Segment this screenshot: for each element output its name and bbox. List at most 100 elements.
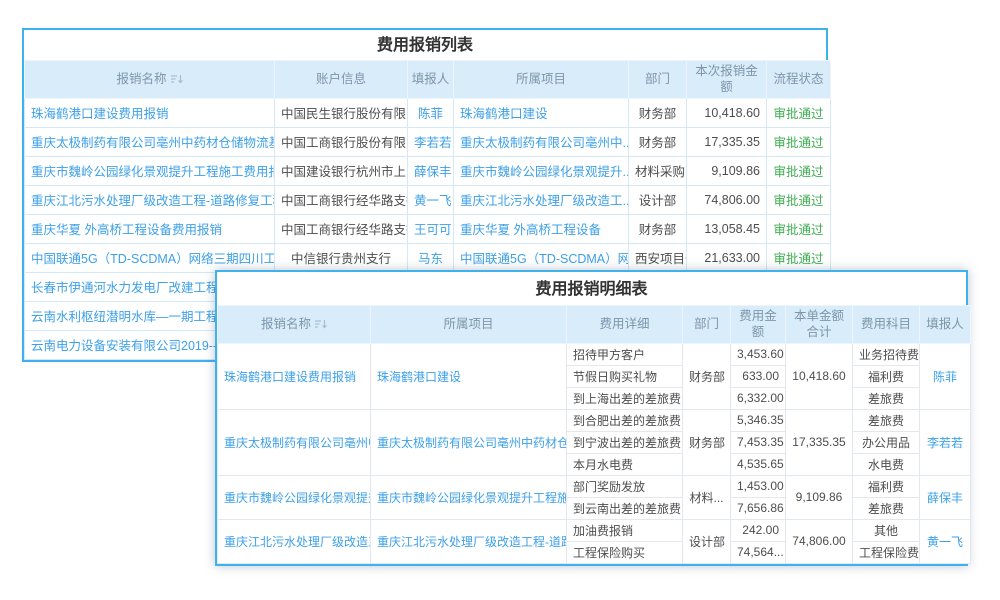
- expense-amount-cell: 4,535.65: [731, 453, 786, 475]
- expense-category-cell: 差旅费: [853, 497, 920, 519]
- header-status: 流程状态: [767, 61, 831, 99]
- status-badge[interactable]: 审批通过: [767, 127, 831, 156]
- department-cell: 财务部: [683, 343, 731, 409]
- total-amount-cell: 17,335.35: [786, 409, 853, 475]
- status-badge[interactable]: 审批通过: [767, 214, 831, 243]
- header-expense-amount-label: 费用金额: [739, 309, 777, 339]
- department-cell: 财务部: [683, 409, 731, 475]
- report-name-link[interactable]: 重庆太极制药有限公司亳州中药材仓储物流基地: [218, 409, 371, 475]
- table-row: 重庆江北污水处理厂级改造工程-道路修复工程费用...中国工商银行经华路支行黄一飞…: [25, 185, 831, 214]
- status-badge[interactable]: 审批通过: [767, 185, 831, 214]
- table-row: 珠海鹤港口建设费用报销珠海鹤港口建设招待甲方客户财务部3,453.6010,41…: [218, 343, 971, 365]
- expense-detail-cell: 到上海出差的差旅费: [567, 387, 683, 409]
- report-name-link[interactable]: 中国联通5G（TD-SCDMA）网络三期四川工程费...: [25, 243, 275, 272]
- reporter-link[interactable]: 薛保丰: [920, 475, 971, 519]
- reporter-link[interactable]: 陈菲: [920, 343, 971, 409]
- report-name-link[interactable]: 重庆华夏 外高桥工程设备费用报销: [25, 214, 275, 243]
- table-row: 中国联通5G（TD-SCDMA）网络三期四川工程费...中信银行贵州支行马东中国…: [25, 243, 831, 272]
- reporter-link[interactable]: 李若若: [920, 409, 971, 475]
- amount-cell: 10,418.60: [687, 98, 767, 127]
- header-expense-category-label: 费用科目: [861, 317, 911, 331]
- header-total-amount: 本单金额合计: [786, 306, 853, 344]
- account-cell: 中信银行贵州支行: [275, 243, 408, 272]
- project-link[interactable]: 重庆市魏岭公园绿化景观提升...: [454, 156, 629, 185]
- header-status-label: 流程状态: [773, 72, 823, 86]
- expense-amount-cell: 7,453.35: [731, 431, 786, 453]
- report-name-link[interactable]: 珠海鹤港口建设费用报销: [218, 343, 371, 409]
- header-expense-category: 费用科目: [853, 306, 920, 344]
- reporter-link[interactable]: 薛保丰: [408, 156, 454, 185]
- table-row: 重庆太极制药有限公司亳州中药材仓储物流基地项...中国工商银行股份有限...李若…: [25, 127, 831, 156]
- expense-category-cell: 差旅费: [853, 409, 920, 431]
- expense-detail-cell: 到合肥出差的差旅费: [567, 409, 683, 431]
- expense-amount-cell: 242.00: [731, 519, 786, 541]
- expense-detail-cell: 节假日购买礼物: [567, 365, 683, 387]
- expense-amount-cell: 74,564...: [731, 541, 786, 563]
- header-report-name-label: 报销名称: [116, 72, 166, 86]
- header-project-label: 所属项目: [443, 317, 493, 331]
- expense-amount-cell: 7,656.86: [731, 497, 786, 519]
- project-link[interactable]: 珠海鹤港口建设: [371, 343, 567, 409]
- project-link[interactable]: 中国联通5G（TD-SCDMA）网...: [454, 243, 629, 272]
- header-report-name-label: 报销名称: [261, 317, 311, 331]
- expense-category-cell: 差旅费: [853, 387, 920, 409]
- table-row: 重庆江北污水处理厂级改造工程-道路修复重庆江北污水处理厂级改造工程-道路修复工程…: [218, 519, 971, 541]
- header-department-label: 部门: [645, 72, 670, 86]
- reporter-link[interactable]: 王可可: [408, 214, 454, 243]
- project-link[interactable]: 珠海鹤港口建设: [454, 98, 629, 127]
- table-row: 重庆太极制药有限公司亳州中药材仓储物流基地重庆太极制药有限公司亳州中药材仓储物流…: [218, 409, 971, 431]
- header-project: 所属项目: [454, 61, 629, 99]
- expense-detail-cell: 招待甲方客户: [567, 343, 683, 365]
- account-cell: 中国工商银行经华路支行: [275, 185, 408, 214]
- project-link[interactable]: 重庆太极制药有限公司亳州中...: [454, 127, 629, 156]
- status-badge[interactable]: 审批通过: [767, 243, 831, 272]
- header-total-amount-label: 本单金额合计: [794, 309, 844, 339]
- account-cell: 中国建设银行杭州市上...: [275, 156, 408, 185]
- expense-detail-cell: 部门奖励发放: [567, 475, 683, 497]
- department-cell: 西安项目部: [629, 243, 687, 272]
- department-cell: 材料采购: [629, 156, 687, 185]
- header-reporter: 填报人: [408, 61, 454, 99]
- expense-amount-cell: 5,346.35: [731, 409, 786, 431]
- total-amount-cell: 9,109.86: [786, 475, 853, 519]
- status-badge[interactable]: 审批通过: [767, 98, 831, 127]
- expense-category-cell: 工程保险费: [853, 541, 920, 563]
- report-name-link[interactable]: 重庆江北污水处理厂级改造工程-道路修复: [218, 519, 371, 563]
- expense-detail-panel: 费用报销明细表 报销名称所属项目费用详细部门费用金额本单金额合计费用科目填报人 …: [215, 270, 968, 566]
- reporter-link[interactable]: 马东: [408, 243, 454, 272]
- department-cell: 设计部: [629, 185, 687, 214]
- status-badge[interactable]: 审批通过: [767, 156, 831, 185]
- project-link[interactable]: 重庆江北污水处理厂级改造工程-道路修复工程: [371, 519, 567, 563]
- sort-icon[interactable]: [171, 72, 183, 88]
- table-row: 珠海鹤港口建设费用报销中国民生银行股份有限...陈菲珠海鹤港口建设财务部10,4…: [25, 98, 831, 127]
- total-amount-cell: 74,806.00: [786, 519, 853, 563]
- reporter-link[interactable]: 黄一飞: [408, 185, 454, 214]
- project-link[interactable]: 重庆华夏 外高桥工程设备: [454, 214, 629, 243]
- header-reporter-label: 填报人: [412, 72, 450, 86]
- project-link[interactable]: 重庆江北污水处理厂级改造工...: [454, 185, 629, 214]
- reporter-link[interactable]: 李若若: [408, 127, 454, 156]
- report-name-link[interactable]: 重庆市魏岭公园绿化景观提升工程施工: [218, 475, 371, 519]
- project-link[interactable]: 重庆市魏岭公园绿化景观提升工程施工: [371, 475, 567, 519]
- reporter-link[interactable]: 黄一飞: [920, 519, 971, 563]
- project-link[interactable]: 重庆太极制药有限公司亳州中药材仓储物流基地: [371, 409, 567, 475]
- expense-amount-cell: 6,332.00: [731, 387, 786, 409]
- table-row: 重庆市魏岭公园绿化景观提升工程施工重庆市魏岭公园绿化景观提升工程施工部门奖励发放…: [218, 475, 971, 497]
- department-cell: 财务部: [629, 127, 687, 156]
- expense-amount-cell: 3,453.60: [731, 343, 786, 365]
- report-name-link[interactable]: 重庆太极制药有限公司亳州中药材仓储物流基地项...: [25, 127, 275, 156]
- amount-cell: 13,058.45: [687, 214, 767, 243]
- report-name-link[interactable]: 重庆江北污水处理厂级改造工程-道路修复工程费用...: [25, 185, 275, 214]
- account-cell: 中国工商银行经华路支行: [275, 214, 408, 243]
- expense-category-cell: 办公用品: [853, 431, 920, 453]
- expense-category-cell: 福利费: [853, 365, 920, 387]
- header-amount-label: 本次报销金额: [695, 64, 758, 94]
- reporter-link[interactable]: 陈菲: [408, 98, 454, 127]
- report-name-link[interactable]: 珠海鹤港口建设费用报销: [25, 98, 275, 127]
- sort-icon[interactable]: [315, 317, 327, 333]
- header-department: 部门: [683, 306, 731, 344]
- report-name-link[interactable]: 重庆市魏岭公园绿化景观提升工程施工费用报销: [25, 156, 275, 185]
- expense-detail-cell: 到云南出差的差旅费: [567, 497, 683, 519]
- header-expense-detail-label: 费用详细: [599, 317, 649, 331]
- table-row: 重庆华夏 外高桥工程设备费用报销中国工商银行经华路支行王可可重庆华夏 外高桥工程…: [25, 214, 831, 243]
